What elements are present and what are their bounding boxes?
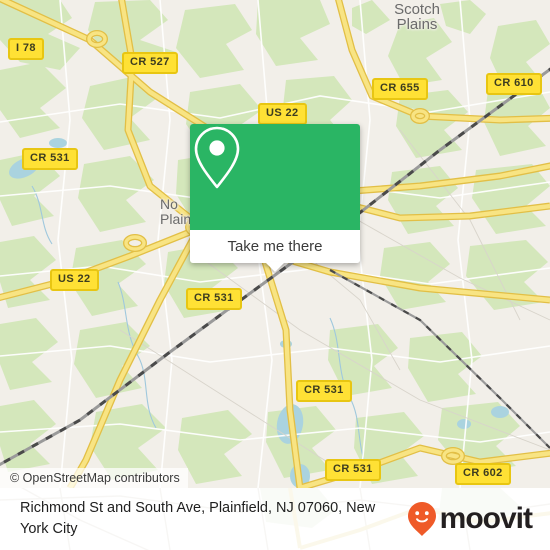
shield-cr-655[interactable]: CR 655 xyxy=(372,78,428,100)
shield-us-22-a[interactable]: US 22 xyxy=(258,103,307,125)
osm-attribution[interactable]: © OpenStreetMap contributors xyxy=(0,468,188,488)
take-me-there-label: Take me there xyxy=(227,238,323,255)
moovit-logo[interactable]: moovit xyxy=(407,501,533,537)
popup-action-area[interactable]: Take me there xyxy=(190,230,360,272)
moovit-pin-icon xyxy=(407,502,436,536)
moovit-wordmark: moovit xyxy=(439,502,533,535)
footer-bar: Richmond St and South Ave, Plainfield, N… xyxy=(0,488,550,550)
shield-cr-531-b[interactable]: CR 531 xyxy=(186,288,242,310)
location-popup-card[interactable]: Take me there xyxy=(190,124,360,272)
map-pin-icon xyxy=(194,126,240,189)
shield-cr-531-a[interactable]: CR 531 xyxy=(22,148,78,170)
shield-cr-602[interactable]: CR 602 xyxy=(455,463,511,485)
screenshot-root: Scotch Plains No Plain I 78 CR 527 CR 65… xyxy=(0,0,550,550)
place-label-scotch-plains: Scotch Plains xyxy=(394,1,440,33)
shield-cr-531-c[interactable]: CR 531 xyxy=(296,380,352,402)
shield-us-22-b[interactable]: US 22 xyxy=(50,269,99,291)
shield-i-78[interactable]: I 78 xyxy=(8,38,44,60)
shield-cr-531-d[interactable]: CR 531 xyxy=(325,459,381,481)
popup-icon-area xyxy=(190,124,360,230)
footer-content: Richmond St and South Ave, Plainfield, N… xyxy=(0,488,550,550)
shield-cr-610[interactable]: CR 610 xyxy=(486,73,542,95)
address-label: Richmond St and South Ave, Plainfield, N… xyxy=(20,500,376,537)
shield-cr-527[interactable]: CR 527 xyxy=(122,52,178,74)
map-canvas[interactable]: Scotch Plains No Plain I 78 CR 527 CR 65… xyxy=(0,0,550,488)
popup-pointer xyxy=(265,262,285,272)
